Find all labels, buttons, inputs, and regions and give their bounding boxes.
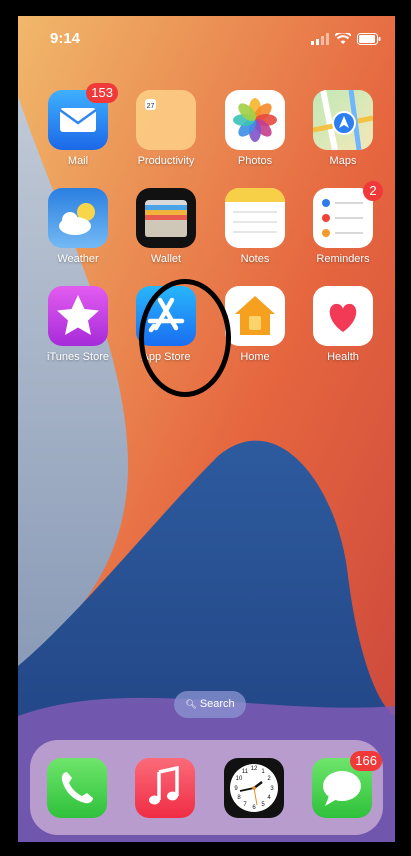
messages-badge: 166 (350, 751, 382, 771)
dock: 12 1 2 3 4567 8 9 10 11 166 (30, 740, 383, 835)
dock-app-messages[interactable]: 166 (312, 751, 382, 818)
dock-app-clock[interactable]: 12 1 2 3 4567 8 9 10 11 (224, 758, 284, 818)
photos-icon (225, 90, 285, 150)
search-label: Search (199, 698, 235, 710)
app-productivity-folder[interactable]: 27 Productivity (122, 90, 210, 167)
app-itunes-store[interactable]: iTunes Store (34, 286, 122, 363)
status-bar: 9:14 (18, 16, 395, 60)
annotation-circle (139, 279, 231, 397)
app-health[interactable]: Health (299, 286, 387, 363)
mail-badge: 153 (86, 83, 118, 103)
home-house-icon (225, 286, 285, 346)
app-label: Maps (329, 155, 357, 167)
wifi-icon (335, 33, 351, 44)
dock-app-music[interactable] (135, 758, 195, 818)
wallet-icon (136, 188, 196, 248)
app-mail[interactable]: 153 Mail (34, 83, 122, 167)
clock-icon: 12 1 2 3 4567 8 9 10 11 (224, 758, 284, 818)
app-label: iTunes Store (47, 351, 109, 363)
app-reminders[interactable]: 2 Reminders (299, 181, 387, 265)
maps-icon (313, 90, 373, 150)
cellular-signal-icon (311, 33, 329, 45)
app-label: Reminders (316, 253, 370, 265)
reminders-badge: 2 (363, 181, 383, 201)
notes-icon (225, 188, 285, 248)
phone-icon (47, 758, 107, 818)
health-heart-icon (313, 286, 373, 346)
app-photos[interactable]: Photos (211, 90, 299, 167)
spotlight-search-button[interactable]: 🔍︎ Search (174, 691, 246, 718)
app-weather[interactable]: Weather (34, 188, 122, 265)
app-maps[interactable]: Maps (299, 90, 387, 167)
svg-text:12: 12 (251, 766, 258, 772)
app-label: Wallet (150, 253, 182, 265)
app-label: Productivity (137, 155, 195, 167)
music-note-icon (135, 758, 195, 818)
dock-app-phone[interactable] (47, 758, 107, 818)
itunes-star-icon (48, 286, 108, 346)
app-label: Photos (237, 155, 273, 167)
search-icon: 🔍︎ (185, 699, 197, 709)
home-screen: 9:14 153 Mail 27 Productivity Photos Map… (18, 16, 395, 842)
app-label: Notes (240, 253, 270, 265)
status-time: 9:14 (50, 30, 81, 47)
svg-text:10: 10 (236, 776, 243, 782)
svg-text:11: 11 (242, 769, 249, 775)
svg-text:27: 27 (147, 103, 155, 110)
folder-icon: 27 (136, 90, 196, 150)
device-frame: 9:14 153 Mail 27 Productivity Photos Map… (0, 0, 411, 856)
app-notes[interactable]: Notes (211, 188, 299, 265)
battery-icon (357, 33, 381, 45)
app-label: Health (327, 351, 359, 363)
status-icons (311, 32, 381, 46)
weather-icon (48, 188, 108, 248)
app-wallet[interactable]: Wallet (122, 188, 210, 265)
app-label: Mail (67, 155, 89, 167)
app-label: Weather (57, 253, 99, 265)
